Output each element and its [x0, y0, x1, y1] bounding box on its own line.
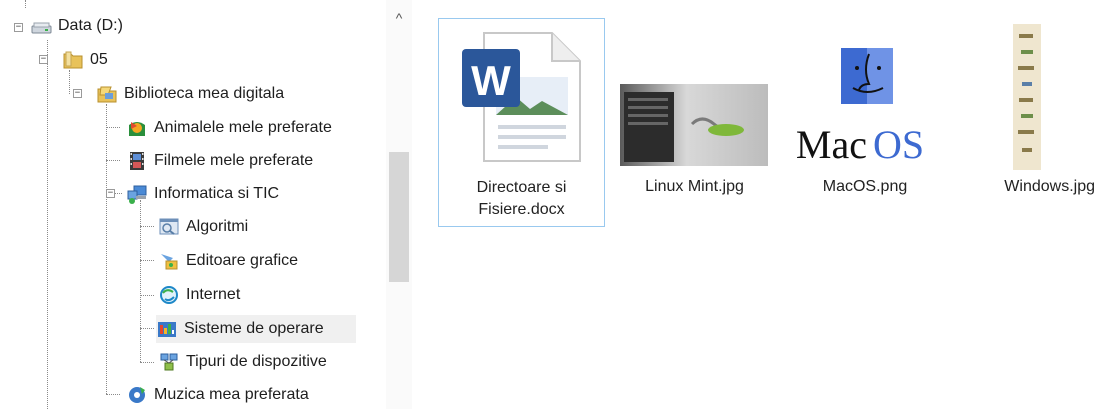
- tree-item-label: Tipuri de dispozitive: [186, 353, 327, 370]
- tree-item-label: 05: [90, 51, 108, 68]
- linux-mint-thumbnail: [620, 84, 768, 166]
- collapse-toggle-biblioteca[interactable]: −: [73, 89, 82, 98]
- svg-text:OS: OS: [873, 122, 924, 167]
- tree-item-tipuri-de-dispozitive[interactable]: Tipuri de dispozitive: [158, 348, 327, 376]
- tree-item-animalele[interactable]: Animalele mele preferate: [126, 114, 332, 142]
- tree-item-muzica[interactable]: Muzica mea preferata: [126, 381, 309, 409]
- tree-item-05[interactable]: 05: [62, 46, 108, 74]
- tree-scrollbar[interactable]: ^: [386, 0, 412, 409]
- library-folder-icon: [97, 86, 117, 103]
- tree-line: [140, 200, 141, 362]
- tree-item-sisteme-de-operare[interactable]: Sisteme de operare: [156, 315, 356, 343]
- tree-line: [25, 0, 26, 8]
- file-item-windows[interactable]: Windows.jpg: [955, 18, 1095, 227]
- scroll-up-button[interactable]: ^: [386, 8, 412, 28]
- tree-item-label: Algoritmi: [186, 218, 249, 235]
- tree-item-label: Animalele mele preferate: [154, 119, 332, 136]
- music-folder-icon: [129, 387, 145, 403]
- animals-folder-icon: [129, 122, 145, 136]
- file-item-directoare-si-fisiere[interactable]: W Directoare si Fisiere.docx: [438, 18, 605, 227]
- tree-line: [106, 160, 120, 161]
- tree-item-label: Filmele mele preferate: [154, 152, 314, 169]
- scroll-thumb[interactable]: [389, 152, 409, 282]
- tree-item-label: Internet: [186, 286, 241, 303]
- tree-line: [140, 226, 154, 227]
- tree-item-label: Data (D:): [58, 17, 123, 34]
- graphics-folder-icon: [161, 254, 178, 270]
- file-item-macos[interactable]: Mac OS MacOS.png: [785, 18, 945, 227]
- tree-item-label: Editoare grafice: [186, 252, 299, 269]
- file-name: Linux Mint.jpg: [645, 178, 744, 195]
- word-document-icon: W: [462, 32, 581, 162]
- tree-item-data-drive[interactable]: Data (D:): [30, 12, 123, 40]
- folder-icon: [63, 51, 83, 69]
- tree-item-editoare-grafice[interactable]: Editoare grafice: [158, 247, 298, 275]
- os-folder-icon: [158, 322, 176, 337]
- internet-folder-icon: [160, 286, 178, 304]
- tree-line: [106, 394, 120, 395]
- tree-item-label: Biblioteca mea digitala: [124, 85, 285, 102]
- file-name: Directoare si Fisiere.docx: [476, 179, 567, 218]
- tree-line: [47, 40, 48, 409]
- tree-item-label: Informatica si TIC: [154, 185, 280, 202]
- tree-item-biblioteca[interactable]: Biblioteca mea digitala: [96, 80, 284, 108]
- macos-thumbnail: Mac OS: [797, 40, 937, 168]
- tree-line: [140, 260, 154, 261]
- windows-thumbnail: [1013, 24, 1041, 170]
- computer-folder-icon: [127, 185, 147, 204]
- tree-item-algoritmi[interactable]: Algoritmi: [158, 213, 248, 241]
- collapse-toggle-05[interactable]: −: [39, 55, 48, 64]
- tree-line: [114, 193, 122, 194]
- tree-line: [140, 295, 154, 296]
- collapse-toggle-informatica[interactable]: −: [106, 189, 115, 198]
- tree-line: [106, 104, 107, 394]
- algorithm-folder-icon: [159, 218, 179, 235]
- tree-line: [106, 127, 120, 128]
- tree-line: [140, 362, 154, 363]
- svg-text:W: W: [471, 57, 511, 104]
- svg-text:Mac: Mac: [797, 122, 867, 167]
- collapse-toggle-data[interactable]: −: [14, 23, 23, 32]
- film-folder-icon: [130, 152, 144, 170]
- file-name: Windows.jpg: [1004, 178, 1095, 195]
- tree-line: [140, 328, 154, 329]
- tree-item-informatica[interactable]: Informatica si TIC: [126, 180, 279, 208]
- tree-item-internet[interactable]: Internet: [158, 281, 240, 309]
- tree-item-filmele[interactable]: Filmele mele preferate: [126, 147, 313, 175]
- tree-item-label: Sisteme de operare: [184, 320, 324, 337]
- tree-item-label: Muzica mea preferata: [154, 386, 309, 403]
- folder-tree: − − − − Data (D:) 05 Biblioteca mea digi…: [0, 0, 412, 409]
- devices-folder-icon: [160, 353, 178, 371]
- file-item-linux-mint[interactable]: Linux Mint.jpg: [612, 18, 777, 227]
- file-name: MacOS.png: [822, 178, 908, 195]
- drive-icon: [31, 22, 52, 34]
